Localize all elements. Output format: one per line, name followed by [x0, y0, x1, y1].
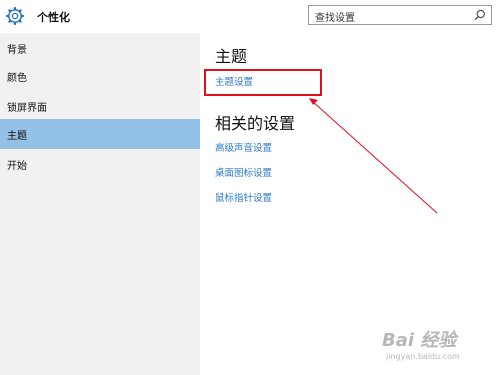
annotation-arrow-icon [309, 98, 438, 214]
watermark-text: Bai 经验 [382, 330, 457, 351]
watermark-logo: Bai 经验 jingyan.baidu.com [382, 326, 494, 370]
watermark-url: jingyan.baidu.com [386, 352, 460, 361]
